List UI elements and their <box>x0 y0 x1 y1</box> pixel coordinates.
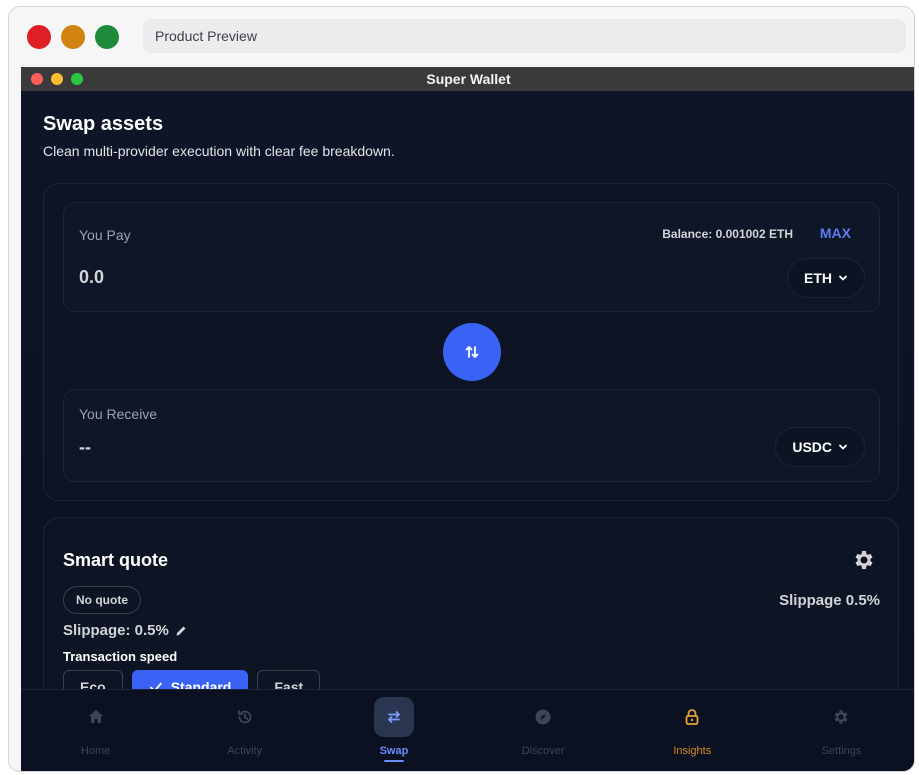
window-controls <box>31 73 83 85</box>
nav-item-insights[interactable]: Insights <box>618 690 767 771</box>
pay-token-selector[interactable]: ETH <box>787 258 865 298</box>
main-content: Swap assets Clean multi-provider executi… <box>21 91 914 717</box>
url-bar[interactable]: Product Preview <box>143 19 906 53</box>
quote-title: Smart quote <box>63 550 169 570</box>
balance-text: Balance: 0.001002 ETH <box>662 227 793 241</box>
nav-activity-label: Activity <box>227 745 263 757</box>
nav-insights-icon-wrap <box>672 697 712 737</box>
receive-label: You Receive <box>79 406 158 422</box>
receive-token-label: USDC <box>792 439 832 455</box>
slippage-summary: Slippage 0.5% <box>779 592 880 609</box>
nav-home-label: Home <box>80 745 111 757</box>
chevron-down-icon <box>839 275 847 281</box>
nav-insights-label: Insights <box>673 745 712 757</box>
gear-icon <box>835 710 848 724</box>
nav-home-icon-wrap <box>76 697 116 737</box>
nav-active-indicator <box>383 760 404 762</box>
browser-maximize-button[interactable] <box>95 25 119 49</box>
compass-icon <box>535 709 551 725</box>
swap-card: You Pay Balance: 0.001002 ETH MAX 0.0 ET… <box>43 183 899 501</box>
window-zoom-button[interactable] <box>71 73 83 85</box>
pay-field: You Pay Balance: 0.001002 ETH MAX 0.0 ET… <box>63 202 880 312</box>
pay-token-label: ETH <box>804 270 832 286</box>
bottom-nav: Home Activity Swap Discover Insights Set… <box>21 689 914 771</box>
receive-amount: -- <box>79 437 91 457</box>
url-text: Product Preview <box>155 28 257 44</box>
pay-label: You Pay <box>79 227 131 243</box>
swap-icon <box>388 711 400 723</box>
nav-item-settings[interactable]: Settings <box>767 690 914 771</box>
page-title: Swap assets <box>43 113 164 135</box>
nav-item-home[interactable]: Home <box>21 690 170 771</box>
window-close-button[interactable] <box>31 73 43 85</box>
quote-status-badge: No quote <box>63 586 141 614</box>
pencil-icon <box>176 626 186 635</box>
nav-item-activity[interactable]: Activity <box>170 690 319 771</box>
receive-token-selector[interactable]: USDC <box>775 427 865 467</box>
browser-window-controls <box>27 25 119 49</box>
pay-amount-input[interactable]: 0.0 <box>79 267 104 288</box>
lock-icon <box>685 709 699 725</box>
window-minimize-button[interactable] <box>51 73 63 85</box>
browser-minimize-button[interactable] <box>61 25 85 49</box>
nav-discover-icon-wrap <box>523 697 563 737</box>
history-icon <box>237 710 252 724</box>
nav-item-swap[interactable]: Swap <box>319 690 468 771</box>
home-icon <box>88 710 103 723</box>
nav-swap-label: Swap <box>379 745 409 757</box>
nav-settings-icon-wrap <box>821 697 861 737</box>
max-button[interactable]: MAX <box>820 225 851 241</box>
nav-discover-label: Discover <box>521 745 565 757</box>
swap-direction-button[interactable] <box>443 323 501 381</box>
nav-settings-label: Settings <box>821 745 862 757</box>
slippage-label: Slippage: 0.5% <box>63 622 169 639</box>
smart-quote-card: Smart quote No quote Slippage 0.5% Slipp… <box>43 517 899 717</box>
nav-item-discover[interactable]: Discover <box>469 690 618 771</box>
chevron-down-icon <box>839 444 847 450</box>
window-titlebar: Super Wallet <box>21 67 914 91</box>
speed-label: Transaction speed <box>63 649 178 664</box>
slippage-edit[interactable]: Slippage: 0.5% <box>63 622 187 639</box>
browser-frame: Product Preview Super Wallet Swap assets… <box>8 6 915 772</box>
nav-activity-icon-wrap <box>225 697 265 737</box>
receive-field: You Receive -- USDC <box>63 389 880 482</box>
nav-swap-icon-wrap <box>373 697 414 737</box>
page-subtitle: Clean multi-provider execution with clea… <box>43 143 395 159</box>
app-window: Super Wallet Swap assets Clean multi-pro… <box>21 67 914 771</box>
swap-vertical-icon <box>465 346 479 358</box>
browser-close-button[interactable] <box>27 25 51 49</box>
window-title: Super Wallet <box>426 71 511 87</box>
quote-settings-button[interactable] <box>852 548 876 572</box>
gear-icon <box>855 551 873 569</box>
